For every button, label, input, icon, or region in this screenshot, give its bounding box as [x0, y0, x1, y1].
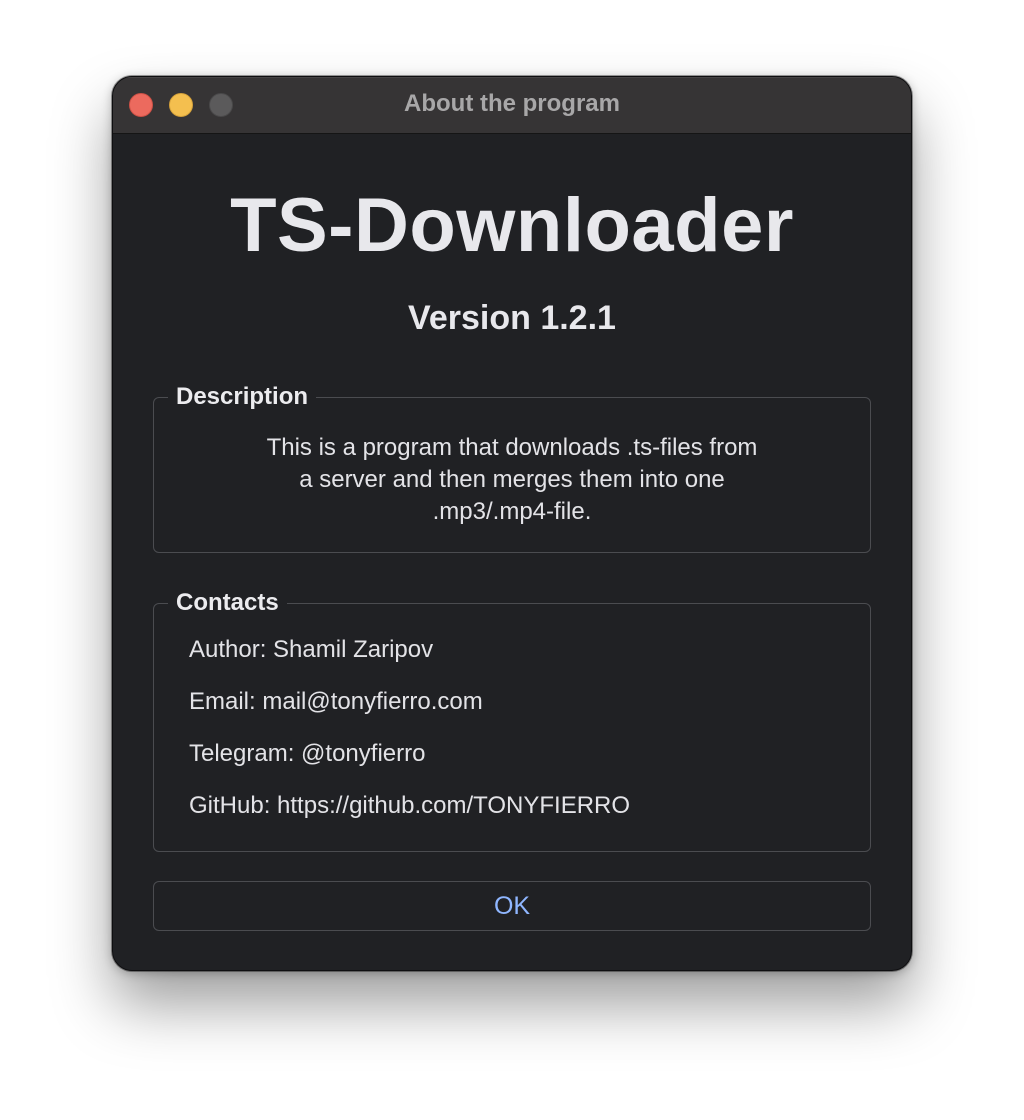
- description-label: Description: [168, 382, 317, 412]
- description-line-2: a server and then merges them into one: [299, 466, 725, 493]
- window-titlebar[interactable]: About the program: [113, 77, 911, 134]
- contacts-groupbox: Contacts Author: Shamil Zaripov Email: m…: [153, 588, 871, 852]
- ok-button[interactable]: OK: [153, 881, 871, 931]
- contact-telegram: Telegram: @tonyfierro: [189, 740, 426, 767]
- contact-author: Author: Shamil Zaripov: [189, 636, 434, 663]
- window-title: About the program: [404, 90, 620, 117]
- description-text: This is a program that downloads .ts-fil…: [154, 432, 870, 528]
- description-line-3: .mp3/.mp4-file.: [432, 498, 592, 525]
- contacts-label: Contacts: [168, 588, 287, 618]
- description-groupbox: Description This is a program that downl…: [153, 382, 871, 553]
- about-dialog-window: About the program TS-Downloader Version …: [112, 76, 912, 971]
- app-name: TS-Downloader: [230, 183, 794, 268]
- contact-github: GitHub: https://github.com/TONYFIERRO: [189, 792, 631, 819]
- description-line-1: This is a program that downloads .ts-fil…: [266, 434, 758, 461]
- version-label: Version 1.2.1: [408, 299, 616, 337]
- contact-email: Email: mail@tonyfierro.com: [189, 688, 483, 715]
